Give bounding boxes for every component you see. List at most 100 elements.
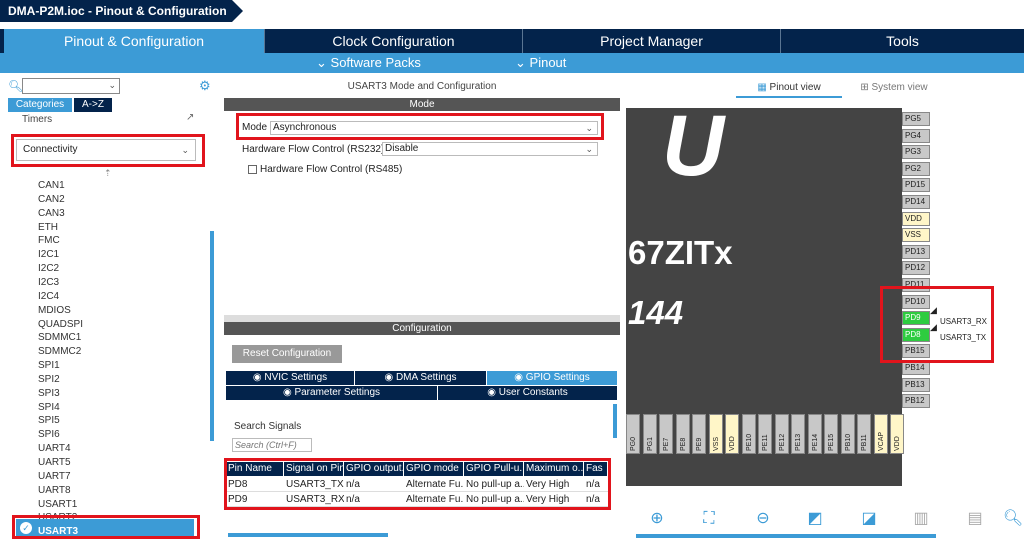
mode-configuration-panel: USART3 Mode and Configuration Mode Mode …	[224, 76, 620, 539]
peripheral-item[interactable]: MDIOS	[38, 304, 71, 318]
tab-user-constants[interactable]: ◉ User Constants	[438, 386, 617, 400]
peripheral-item[interactable]: SPI4	[38, 401, 60, 415]
gear-icon[interactable]: ⚙	[199, 78, 211, 94]
peripheral-item[interactable]: I2C2	[38, 262, 59, 276]
peripheral-item[interactable]: FMC	[38, 234, 60, 248]
pin-pe15[interactable]: PE15	[824, 414, 838, 454]
peripheral-item[interactable]: CAN2	[38, 193, 65, 207]
tab-nvic-settings[interactable]: ◉ NVIC Settings	[226, 371, 354, 385]
pin-pb10[interactable]: PB10	[840, 414, 855, 454]
zoom-out-icon[interactable]: ⊖	[752, 508, 774, 530]
fit-screen-icon[interactable]: ⛶	[698, 508, 720, 530]
peripheral-item[interactable]: I2C4	[38, 290, 59, 304]
tab-tools[interactable]: Tools	[781, 29, 1024, 53]
pin-pe7[interactable]: PE7	[659, 414, 673, 454]
pin-pe13[interactable]: PE13	[791, 414, 805, 454]
peripheral-item[interactable]: SDMMC2	[38, 345, 81, 359]
search-signals-input[interactable]	[232, 438, 312, 452]
peripheral-item[interactable]: SPI6	[38, 428, 60, 442]
zoom-in-icon[interactable]: ⊕	[646, 508, 668, 530]
split-icon[interactable]: ▥	[910, 508, 932, 530]
peripheral-item[interactable]: UART8	[38, 484, 71, 498]
window-title: DMA-P2M.ioc - Pinout & Configuration	[0, 0, 232, 22]
pin-pe8[interactable]: PE8	[675, 414, 690, 454]
splitter[interactable]	[224, 315, 620, 322]
peripheral-item[interactable]: SDMMC1	[38, 331, 81, 345]
pinout-hscrollbar[interactable]	[636, 534, 936, 538]
pin-pg0[interactable]: PG0	[626, 414, 640, 454]
pin-pg4[interactable]: PG4	[902, 128, 930, 143]
rotate-icon[interactable]: ◩	[804, 508, 826, 530]
tab-project-manager[interactable]: Project Manager	[523, 29, 780, 53]
pin-pd12[interactable]: PD12	[902, 261, 930, 276]
middle-scrollbar[interactable]	[613, 404, 617, 438]
software-packs-menu[interactable]: ⌄ Software Packs	[316, 53, 421, 73]
rs485-checkbox[interactable]	[248, 165, 257, 174]
pin-vdd[interactable]: VDD	[902, 211, 930, 226]
pin-pg1[interactable]: PG1	[642, 414, 657, 454]
reset-configuration-button[interactable]: Reset Configuration	[232, 345, 342, 363]
pin-pe11[interactable]: PE11	[758, 414, 772, 454]
pin-pd13[interactable]: PD13	[902, 244, 930, 259]
pin-pe14[interactable]: PE14	[807, 414, 822, 454]
pin-vss[interactable]: VSS	[902, 228, 930, 243]
pin-pe10[interactable]: PE10	[741, 414, 756, 454]
system-view-icon: ⊞	[860, 82, 869, 93]
peripheral-item[interactable]: SPI5	[38, 414, 60, 428]
peripheral-item[interactable]: UART5	[38, 456, 71, 470]
pin-vcap[interactable]: VCAP	[873, 414, 888, 454]
pin-vdd[interactable]: VDD	[725, 414, 739, 454]
system-view-label: System view	[871, 82, 928, 93]
pin-pb12[interactable]: PB12	[902, 394, 930, 409]
pin-pb14[interactable]: PB14	[902, 361, 930, 375]
pin-pg2[interactable]: PG2	[902, 161, 930, 176]
pin-pd15[interactable]: PD15	[902, 178, 930, 193]
chip-part-number: 67ZITx	[628, 234, 733, 271]
tab-a-z[interactable]: A->Z	[74, 98, 112, 112]
pin-pd14[interactable]: PD14	[902, 195, 930, 209]
table-hscrollbar[interactable]	[228, 533, 388, 537]
pin-pe12[interactable]: PE12	[774, 414, 789, 454]
peripheral-item[interactable]: SPI1	[38, 359, 60, 373]
pin-pg3[interactable]: PG3	[902, 145, 930, 160]
peripheral-item[interactable]: UART4	[38, 442, 71, 456]
peripheral-item[interactable]: SPI2	[38, 373, 60, 387]
pin-vss[interactable]: VSS	[708, 414, 723, 454]
software-packs-label: Software Packs	[330, 55, 421, 70]
peripheral-item[interactable]: USART1	[38, 498, 77, 512]
tab-categories[interactable]: Categories	[8, 98, 72, 112]
tab-clock-configuration[interactable]: Clock Configuration	[265, 29, 522, 53]
pin-vdd[interactable]: VDD	[890, 414, 904, 454]
timers-category[interactable]: Timers	[22, 114, 52, 125]
pin-pb11[interactable]: PB11	[857, 414, 871, 454]
pin-pe9[interactable]: PE9	[692, 414, 706, 454]
peripheral-item[interactable]: UART7	[38, 470, 71, 484]
tab-label: DMA Settings	[395, 372, 457, 383]
tab-dma-settings[interactable]: ◉ DMA Settings	[355, 371, 486, 385]
pinout-menu[interactable]: ⌄ Pinout	[515, 53, 566, 73]
peripheral-item[interactable]: USART3	[38, 525, 78, 539]
search-icon[interactable]: 🔍︎	[1002, 508, 1024, 530]
peripheral-item[interactable]: I2C3	[38, 276, 59, 290]
peripheral-item[interactable]: CAN1	[38, 179, 65, 193]
peripheral-item[interactable]: I2C1	[38, 248, 59, 262]
system-view-tab[interactable]: ⊞ System view	[844, 80, 944, 98]
layout-icon[interactable]: ▤	[964, 508, 986, 530]
peripheral-item[interactable]: CAN3	[38, 207, 65, 221]
chip-package: 144	[628, 294, 684, 331]
tab-gpio-settings[interactable]: ◉ GPIO Settings	[487, 371, 617, 385]
pinout-view-tab[interactable]: ▦ Pinout view	[736, 80, 842, 98]
pin-pb13[interactable]: PB13	[902, 377, 930, 392]
tab-parameter-settings[interactable]: ◉ Parameter Settings	[226, 386, 437, 400]
peripheral-item[interactable]: SPI3	[38, 387, 60, 401]
flip-icon[interactable]: ◪	[858, 508, 880, 530]
chevron-down-icon: ⌄	[316, 55, 327, 70]
pin-pg5[interactable]: PG5	[902, 112, 930, 126]
peripheral-item[interactable]: QUADSPI	[38, 318, 83, 332]
hw-flow-select[interactable]: Disable ⌄	[382, 142, 598, 156]
peripheral-item[interactable]: ETH	[38, 221, 58, 235]
category-search-input[interactable]: ⌄	[22, 78, 120, 94]
tab-pinout-configuration[interactable]: Pinout & Configuration	[4, 29, 264, 53]
breadcrumb-arrow	[232, 0, 243, 22]
left-scrollbar[interactable]	[210, 231, 214, 441]
